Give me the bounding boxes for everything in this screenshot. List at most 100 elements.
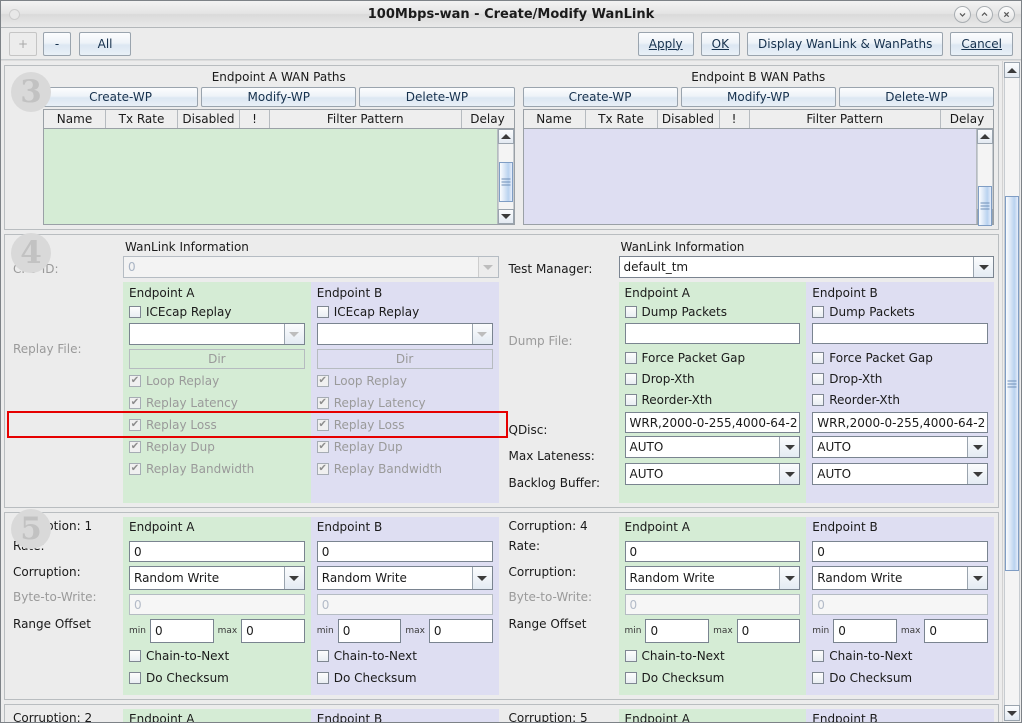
scroll-track[interactable]: [977, 144, 993, 226]
corruption-1-a-range-max-input[interactable]: 0: [241, 619, 305, 643]
endpoint-b-qdisc-input[interactable]: WRR,2000-0-255,4000-64-2: [812, 412, 988, 433]
endpoint-a-replay-dup-checkbox[interactable]: ✔ Replay Dup: [129, 438, 305, 456]
scroll-up-icon[interactable]: [1004, 62, 1020, 78]
chevron-down-icon[interactable]: [471, 324, 492, 344]
corruption-1-a-byte-to-write-input[interactable]: 0: [129, 594, 305, 615]
endpoint-a-dump-file-input[interactable]: [624, 323, 801, 344]
endpoint-b-loop-replay-checkbox[interactable]: ✔ Loop Replay: [316, 372, 493, 390]
corruption-1-b-range-min-input[interactable]: 0: [337, 619, 402, 643]
column-header-filter-pattern[interactable]: Filter Pattern: [270, 110, 462, 128]
chevron-down-icon[interactable]: [283, 324, 304, 344]
chevron-down-icon[interactable]: [967, 464, 987, 484]
endpoint-a-icecap-replay-checkbox[interactable]: ICEcap Replay: [129, 303, 305, 321]
corruption-4-a-byte-to-write-input[interactable]: 0: [624, 594, 801, 615]
chevron-down-icon[interactable]: [477, 257, 498, 277]
corruption-4-b-do-checksum-checkbox[interactable]: Do Checksum: [812, 669, 988, 687]
endpoint-b-replay-loss-checkbox[interactable]: ✔ Replay Loss: [316, 416, 493, 434]
endpoint-b-reorder-xth-checkbox[interactable]: Reorder-Xth: [812, 391, 988, 409]
corruption-1-b-mode-combo[interactable]: Random Write: [316, 566, 493, 590]
endpoint-a-delete-wp-button[interactable]: Delete-WP: [359, 87, 515, 107]
corruption-4-a-range-max-input[interactable]: 0: [736, 619, 801, 643]
scroll-thumb[interactable]: [978, 186, 992, 226]
endpoint-b-modify-wp-button[interactable]: Modify-WP: [680, 87, 836, 107]
column-header-delay[interactable]: Delay: [941, 110, 993, 128]
endpoint-a-modify-wp-button[interactable]: Modify-WP: [201, 87, 357, 107]
endpoint-a-wanpaths-rows[interactable]: [44, 129, 497, 224]
scroll-down-icon[interactable]: [1004, 705, 1020, 721]
chevron-down-icon[interactable]: [779, 437, 800, 457]
corruption-4-b-chain-to-next-checkbox[interactable]: Chain-to-Next: [812, 647, 988, 665]
corruption-4-a-chain-to-next-checkbox[interactable]: Chain-to-Next: [624, 647, 801, 665]
endpoint-a-qdisc-input[interactable]: WRR,2000-0-255,4000-64-2: [624, 412, 801, 433]
chevron-down-icon[interactable]: [973, 257, 993, 277]
corruption-1-a-mode-combo[interactable]: Random Write: [129, 566, 305, 590]
corruption-1-b-do-checksum-checkbox[interactable]: Do Checksum: [316, 669, 493, 687]
scroll-track[interactable]: [1004, 78, 1020, 705]
endpoint-b-replay-file-value[interactable]: [318, 324, 472, 344]
endpoint-b-dump-file-input[interactable]: [812, 323, 988, 344]
column-header-disabled[interactable]: Disabled: [658, 110, 720, 128]
chevron-down-icon[interactable]: [779, 464, 800, 484]
endpoint-b-replay-latency-checkbox[interactable]: ✔ Replay Latency: [316, 394, 493, 412]
column-header-tx-rate[interactable]: Tx Rate: [106, 110, 178, 128]
scroll-up-icon[interactable]: [977, 129, 993, 144]
corruption-4-a-range-min-input[interactable]: 0: [645, 619, 710, 643]
endpoint-a-drop-xth-checkbox[interactable]: Drop-Xth: [624, 370, 801, 388]
endpoint-a-dir-button[interactable]: Dir: [129, 349, 305, 369]
endpoint-a-table-scrollbar[interactable]: [496, 129, 514, 224]
ok-button[interactable]: OK: [700, 31, 740, 56]
corruption-1-b-chain-to-next-checkbox[interactable]: Chain-to-Next: [316, 647, 493, 665]
column-header-disabled[interactable]: Disabled: [178, 110, 240, 128]
corruption-1-a-rate-input[interactable]: 0: [129, 541, 305, 562]
corruption-4-b-rate-input[interactable]: 0: [812, 541, 988, 562]
endpoint-b-wanpaths-rows[interactable]: [523, 129, 976, 224]
endpoint-a-reorder-xth-checkbox[interactable]: Reorder-Xth: [624, 391, 801, 409]
endpoint-a-dump-packets-checkbox[interactable]: Dump Packets: [624, 303, 801, 321]
remove-button[interactable]: -: [43, 31, 72, 56]
cpu-id-combo[interactable]: 0: [123, 256, 499, 278]
endpoint-b-replay-bandwidth-checkbox[interactable]: ✔ Replay Bandwidth: [316, 460, 493, 478]
all-button[interactable]: All: [79, 31, 132, 56]
endpoint-a-replay-latency-checkbox[interactable]: ✔ Replay Latency: [129, 394, 305, 412]
endpoint-a-replay-file-combo[interactable]: [129, 323, 305, 345]
cancel-button[interactable]: Cancel: [950, 31, 1013, 56]
endpoint-a-replay-loss-checkbox[interactable]: ✔ Replay Loss: [129, 416, 305, 434]
column-header-tx-rate[interactable]: Tx Rate: [586, 110, 658, 128]
endpoint-a-replay-bandwidth-checkbox[interactable]: ✔ Replay Bandwidth: [129, 460, 305, 478]
corruption-4-b-range-min-input[interactable]: 0: [833, 619, 897, 643]
corruption-1-b-byte-to-write-input[interactable]: 0: [316, 594, 493, 615]
scroll-up-icon[interactable]: [497, 129, 514, 144]
endpoint-b-table-scrollbar[interactable]: [976, 129, 993, 226]
column-header-name[interactable]: Name: [44, 110, 106, 128]
close-button[interactable]: [998, 5, 1015, 23]
endpoint-a-create-wp-button[interactable]: Create-WP: [43, 87, 199, 107]
endpoint-a-force-packet-gap-checkbox[interactable]: Force Packet Gap: [624, 349, 801, 367]
column-header-filter-pattern[interactable]: Filter Pattern: [750, 110, 941, 128]
endpoint-b-force-packet-gap-checkbox[interactable]: Force Packet Gap: [812, 349, 988, 367]
add-button[interactable]: +: [9, 31, 38, 56]
endpoint-b-drop-xth-checkbox[interactable]: Drop-Xth: [812, 370, 988, 388]
apply-button[interactable]: Apply: [637, 31, 694, 56]
chevron-down-icon[interactable]: [967, 437, 987, 457]
endpoint-a-backlog-buffer-combo[interactable]: AUTO: [624, 463, 801, 485]
main-vertical-scrollbar[interactable]: [1002, 61, 1021, 722]
scroll-track[interactable]: [497, 144, 514, 209]
endpoint-b-delete-wp-button[interactable]: Delete-WP: [838, 87, 995, 107]
corruption-4-b-range-max-input[interactable]: 0: [924, 619, 988, 643]
column-header-delay[interactable]: Delay: [462, 110, 514, 128]
endpoint-b-create-wp-button[interactable]: Create-WP: [522, 87, 678, 107]
corruption-1-a-range-min-input[interactable]: 0: [149, 619, 214, 643]
scroll-thumb[interactable]: [1005, 196, 1019, 571]
scroll-down-icon[interactable]: [497, 209, 514, 224]
chevron-down-icon[interactable]: [471, 567, 492, 589]
endpoint-a-max-lateness-combo[interactable]: AUTO: [624, 436, 801, 458]
chevron-down-icon[interactable]: [779, 567, 800, 589]
endpoint-b-replay-dup-checkbox[interactable]: ✔ Replay Dup: [316, 438, 493, 456]
column-header-name[interactable]: Name: [524, 110, 586, 128]
endpoint-b-backlog-buffer-combo[interactable]: AUTO: [812, 463, 988, 485]
scroll-thumb[interactable]: [498, 162, 513, 202]
test-manager-combo[interactable]: default_tm: [618, 256, 994, 278]
minimize-button[interactable]: [954, 5, 971, 23]
corruption-4-a-rate-input[interactable]: 0: [624, 541, 801, 562]
corruption-1-b-rate-input[interactable]: 0: [316, 541, 493, 562]
